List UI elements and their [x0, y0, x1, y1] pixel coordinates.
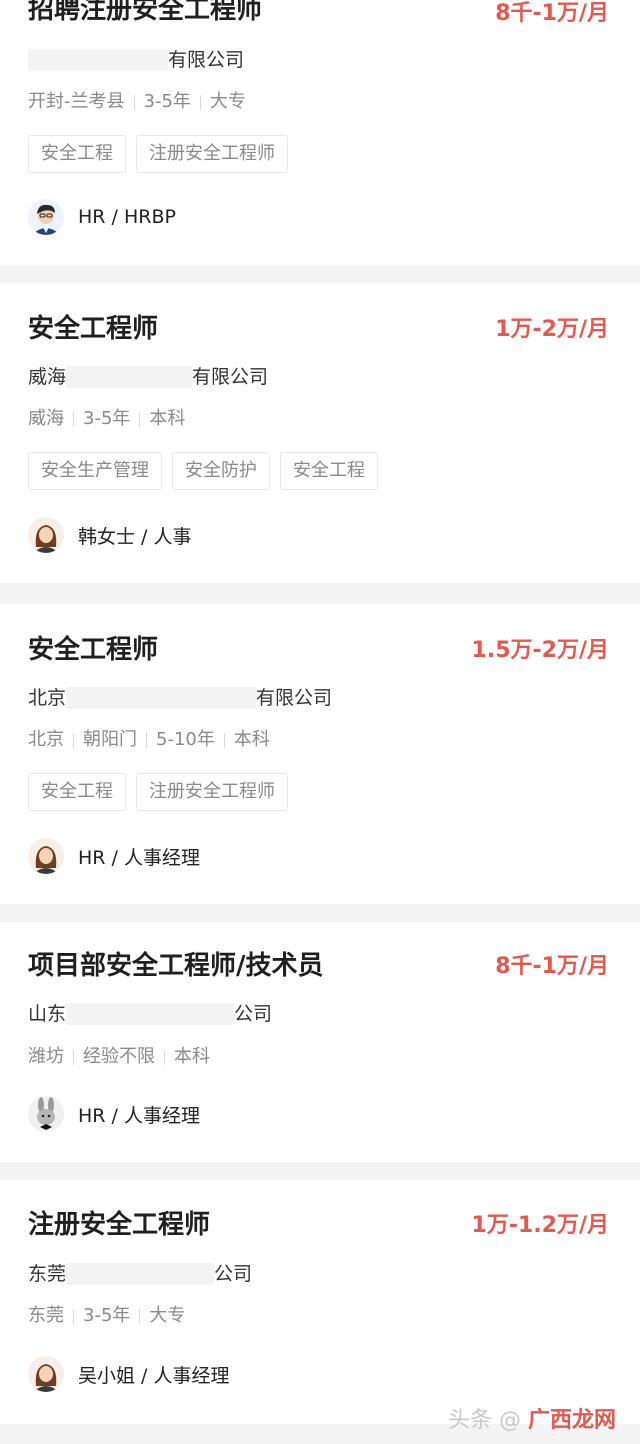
meta-education: 本科	[149, 408, 186, 429]
male-cartoon-avatar	[28, 199, 64, 235]
job-meta: 潍坊 经验不限 本科	[28, 1044, 210, 1070]
female-cartoon-avatar	[28, 517, 64, 553]
company-suffix: 有限公司	[256, 687, 333, 709]
skill-tag: 安全生产管理	[28, 452, 162, 490]
recruiter[interactable]: HR / 人事经理	[28, 838, 200, 874]
divider	[199, 94, 201, 110]
meta-education: 大专	[209, 91, 246, 112]
job-card[interactable]: 招聘注册安全工程师 8千-1万/月 有限公司 开封-兰考县 3-5年 大专 安全…	[0, 0, 640, 265]
company-name: 山东 公司	[28, 1000, 272, 1028]
recruiter[interactable]: 韩女士 / 人事	[28, 517, 191, 553]
skill-tag: 注册安全工程师	[136, 773, 288, 811]
divider	[223, 732, 225, 748]
job-card[interactable]: 安全工程师 1.5万-2万/月 北京 有限公司 北京 朝阳门 5-10年 本科 …	[0, 604, 640, 904]
recruiter-name: 韩女士 / 人事	[78, 525, 192, 548]
divider	[164, 1049, 165, 1065]
company-suffix: 公司	[234, 1003, 273, 1025]
tag-list: 安全生产管理 安全防护 安全工程	[28, 452, 378, 490]
meta-experience: 3-5年	[83, 1305, 131, 1326]
job-title: 安全工程师	[28, 314, 159, 344]
divider	[73, 411, 74, 427]
skill-tag: 安全工程	[28, 135, 126, 173]
recruiter-name: HR / HRBP	[78, 206, 176, 228]
company-prefix: 山东	[28, 1003, 67, 1025]
skill-tag: 注册安全工程师	[136, 135, 288, 173]
job-meta: 威海 3-5年 本科	[28, 406, 185, 432]
salary: 1万-1.2万/月	[471, 1213, 609, 1238]
job-card[interactable]: 项目部安全工程师/技术员 8千-1万/月 山东 公司 潍坊 经验不限 本科 HR…	[0, 922, 640, 1162]
skill-tag: 安全工程	[280, 452, 378, 490]
meta-location: 北京	[28, 729, 64, 750]
redacted-block	[28, 49, 168, 71]
divider	[146, 732, 147, 748]
salary: 1万-2万/月	[495, 317, 609, 342]
company-suffix: 有限公司	[192, 366, 269, 388]
redacted-block	[66, 1263, 215, 1285]
rabbit-avatar	[28, 1096, 64, 1132]
skill-tag: 安全工程	[28, 773, 126, 811]
watermark: 头条 @ 广西龙网	[448, 1402, 616, 1434]
recruiter-name: HR / 人事经理	[78, 846, 200, 869]
female-cartoon-avatar	[28, 1356, 64, 1392]
job-title: 安全工程师	[28, 635, 159, 665]
company-suffix: 公司	[214, 1263, 253, 1285]
company-prefix: 东莞	[28, 1263, 67, 1285]
recruiter[interactable]: HR / HRBP	[28, 199, 176, 235]
company-name: 威海 有限公司	[28, 363, 268, 391]
meta-location: 威海	[28, 408, 64, 429]
divider	[139, 1308, 141, 1324]
redacted-block	[66, 366, 193, 388]
divider	[73, 1308, 74, 1324]
meta-experience: 5-10年	[156, 729, 215, 750]
female-cartoon-avatar	[28, 838, 64, 874]
job-meta: 东莞 3-5年 大专	[28, 1303, 185, 1329]
redacted-block	[66, 1003, 235, 1025]
meta-location: 东莞	[28, 1305, 64, 1326]
company-prefix: 北京	[28, 687, 67, 709]
job-card[interactable]: 安全工程师 1万-2万/月 威海 有限公司 威海 3-5年 本科 安全生产管理 …	[0, 283, 640, 583]
recruiter[interactable]: 吴小姐 / 人事经理	[28, 1356, 229, 1392]
recruiter-name: HR / 人事经理	[78, 1104, 200, 1127]
meta-education: 大专	[149, 1305, 186, 1326]
divider	[73, 1049, 74, 1065]
divider	[73, 732, 74, 748]
tag-list: 安全工程 注册安全工程师	[28, 773, 288, 811]
meta-experience: 3-5年	[83, 408, 131, 429]
salary: 8千-1万/月	[495, 954, 609, 979]
company-name: 东莞 公司	[28, 1260, 252, 1288]
meta-education: 本科	[174, 1046, 210, 1067]
job-card[interactable]: 注册安全工程师 1万-1.2万/月 东莞 公司 东莞 3-5年 大专 吴小姐 /…	[0, 1180, 640, 1424]
divider	[139, 411, 141, 427]
recruiter[interactable]: HR / 人事经理	[28, 1096, 200, 1132]
salary: 8千-1万/月	[495, 1, 609, 26]
job-title: 招聘注册安全工程师	[28, 0, 263, 25]
redacted-block	[66, 687, 257, 709]
job-meta: 开封-兰考县 3-5年 大专	[28, 89, 246, 115]
divider	[133, 94, 135, 110]
meta-experience: 3-5年	[143, 91, 191, 112]
job-meta: 北京 朝阳门 5-10年 本科	[28, 727, 270, 753]
meta-location: 开封-兰考县	[28, 91, 125, 112]
watermark-source: 头条 @	[447, 1408, 521, 1433]
tag-list: 安全工程 注册安全工程师	[28, 135, 288, 173]
job-title: 项目部安全工程师/技术员	[28, 951, 324, 981]
company-name: 有限公司	[28, 46, 244, 74]
meta-experience: 经验不限	[83, 1046, 155, 1067]
watermark-logo: 广西龙网	[527, 1408, 616, 1433]
job-title: 注册安全工程师	[28, 1210, 211, 1240]
meta-district: 朝阳门	[83, 729, 137, 750]
recruiter-name: 吴小姐 / 人事经理	[78, 1364, 230, 1387]
meta-location: 潍坊	[28, 1046, 64, 1067]
salary: 1.5万-2万/月	[471, 638, 609, 663]
company-prefix: 威海	[28, 366, 67, 388]
meta-education: 本科	[233, 729, 270, 750]
company-suffix: 有限公司	[168, 49, 245, 71]
skill-tag: 安全防护	[172, 452, 270, 490]
company-name: 北京 有限公司	[28, 684, 332, 712]
